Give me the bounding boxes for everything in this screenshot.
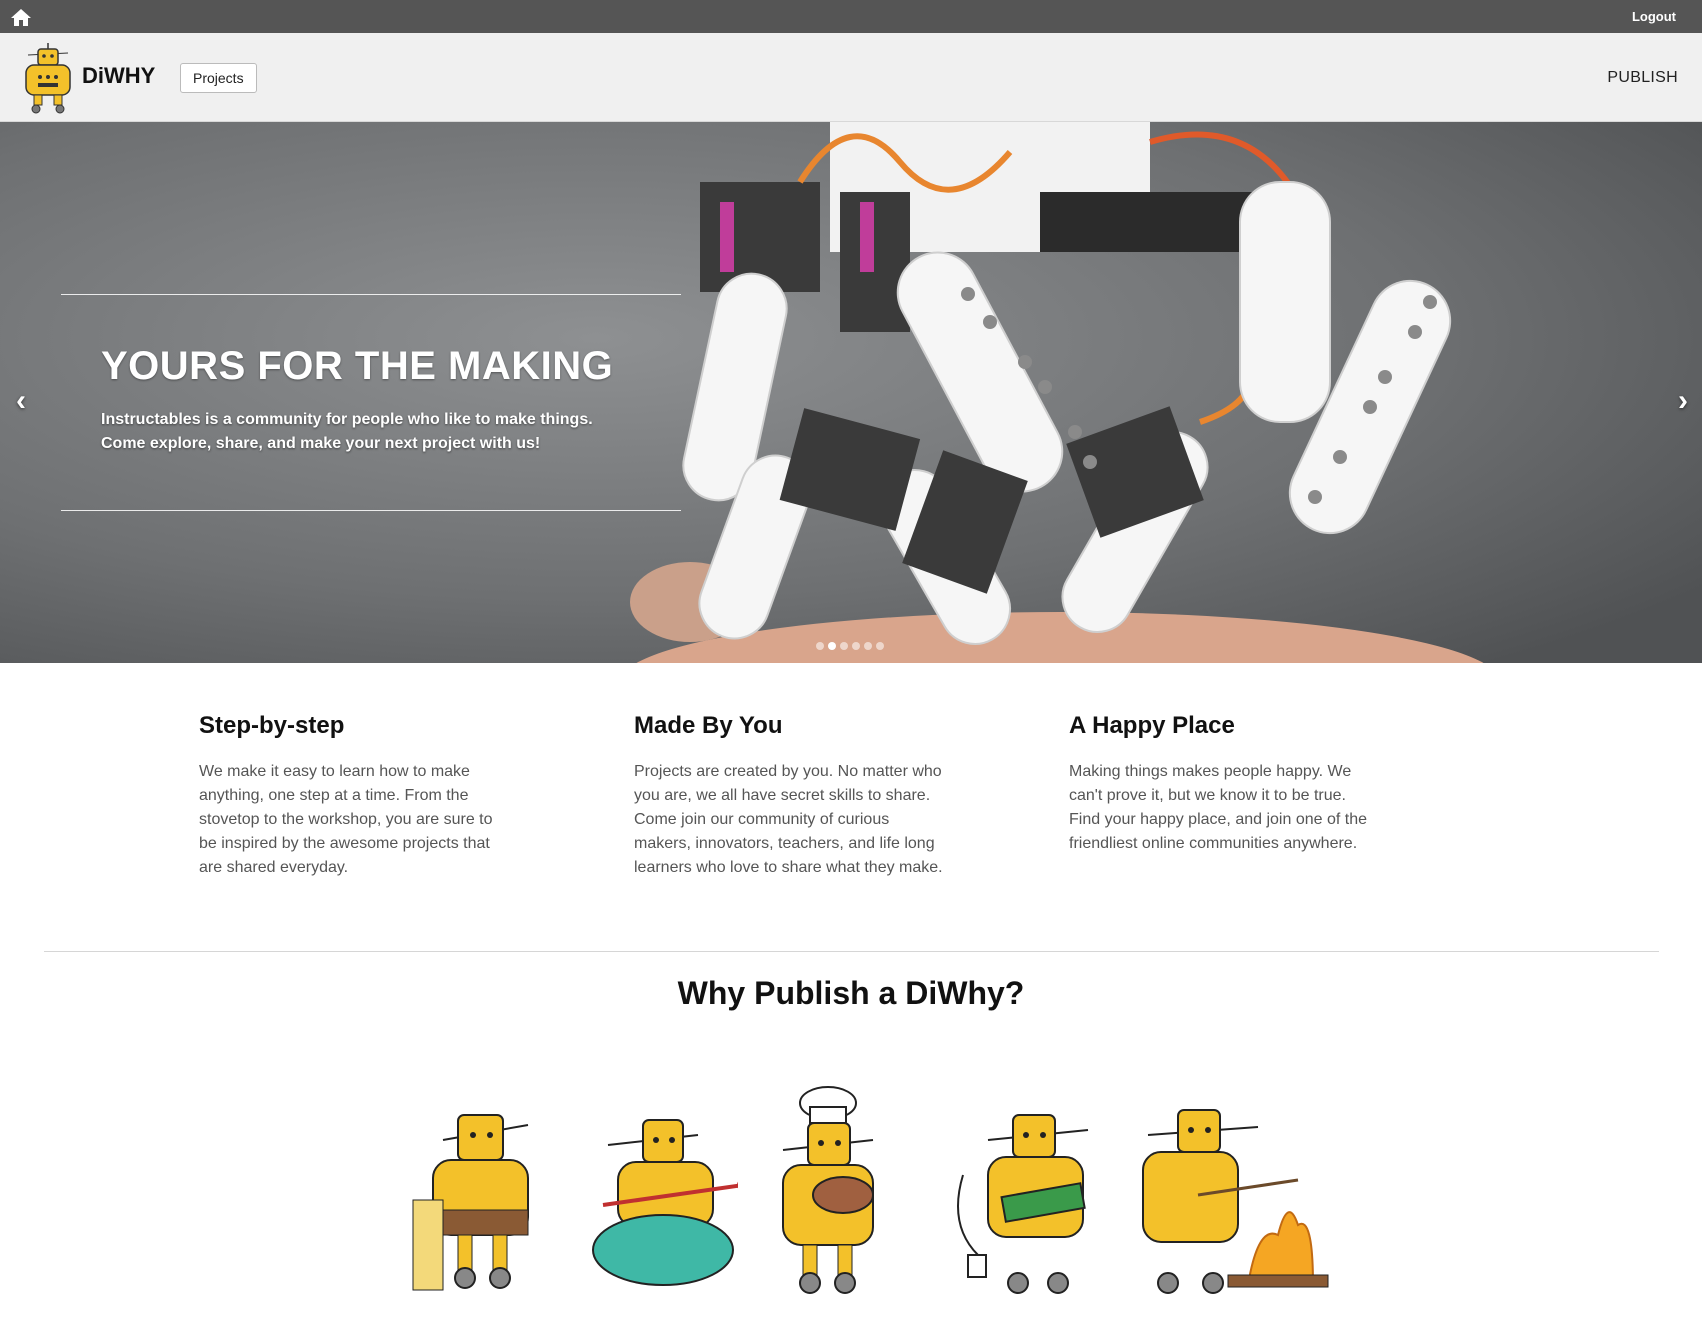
hero-title: YOURS FOR THE MAKING — [101, 344, 614, 388]
carousel-indicator-dot[interactable] — [852, 642, 860, 650]
feature-step-by-step: Step-by-step We make it easy to learn ho… — [199, 712, 509, 880]
top-bar: Logout — [0, 0, 1702, 33]
feature-title: Made By You — [634, 712, 783, 739]
feature-happy-place: A Happy Place Making things makes people… — [1069, 712, 1369, 856]
carousel-indicators — [816, 642, 884, 650]
hero-carousel: YOURS FOR THE MAKING Instructables is a … — [0, 122, 1702, 663]
robot-electronics-icon — [957, 1114, 1089, 1294]
carousel-next-icon[interactable]: › — [1678, 384, 1688, 418]
carousel-indicator-dot[interactable] — [828, 642, 836, 650]
projects-button[interactable]: Projects — [180, 63, 257, 93]
section-divider — [44, 951, 1659, 952]
publish-link[interactable]: PUBLISH — [1607, 69, 1678, 87]
feature-text: We make it easy to learn how to make any… — [199, 763, 493, 876]
home-icon[interactable] — [10, 7, 32, 27]
hero-top-rule — [61, 294, 681, 295]
hero-subtitle-line-2: Come explore, share, and make your next … — [101, 435, 541, 452]
robot-illustrations — [408, 1085, 1338, 1300]
feature-made-by-you: Made By You Projects are created by you.… — [634, 712, 944, 880]
hero-robot-photo — [0, 122, 1702, 663]
robot-campfire-icon — [1142, 1109, 1329, 1294]
feature-title: A Happy Place — [1069, 712, 1235, 739]
carousel-indicator-dot[interactable] — [816, 642, 824, 650]
robot-carpenter-icon — [412, 1114, 529, 1291]
site-header: DiWHY Projects PUBLISH — [0, 33, 1702, 122]
robot-logo-icon[interactable] — [18, 41, 78, 115]
robot-chef-icon — [782, 1086, 874, 1294]
hero-subtitle-line-1: Instructables is a community for people … — [101, 411, 593, 428]
why-publish-heading: Why Publish a DiWhy? — [677, 975, 1025, 1011]
carousel-indicator-dot[interactable] — [876, 642, 884, 650]
feature-title: Step-by-step — [199, 712, 345, 739]
hero-subtitle: Instructables is a community for people … — [101, 408, 593, 456]
carousel-indicator-dot[interactable] — [864, 642, 872, 650]
hero-bottom-rule — [61, 510, 681, 511]
brand-name[interactable]: DiWHY — [82, 63, 155, 89]
feature-text: Projects are created by you. No matter w… — [634, 763, 943, 876]
feature-text: Making things makes people happy. We can… — [1069, 763, 1367, 852]
carousel-indicator-dot[interactable] — [840, 642, 848, 650]
robot-knitting-icon — [592, 1119, 738, 1286]
logout-link[interactable]: Logout — [1632, 9, 1676, 24]
carousel-prev-icon[interactable]: ‹ — [16, 384, 26, 418]
